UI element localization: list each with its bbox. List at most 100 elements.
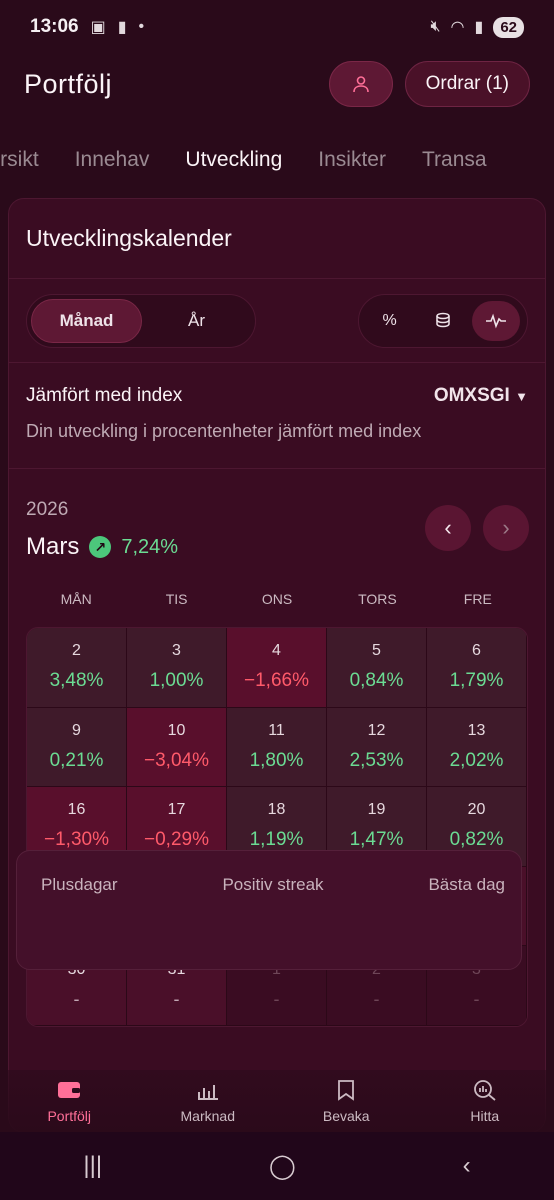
percent-icon: % — [382, 311, 397, 329]
percent-mode-button[interactable]: % — [366, 301, 414, 341]
weekday-label: TIS — [165, 591, 188, 607]
day-change: −1,30% — [44, 829, 109, 851]
calendar-day-cell[interactable]: 5 0,84% — [327, 628, 427, 708]
day-number: 19 — [367, 801, 386, 819]
day-change: −1,66% — [244, 670, 309, 692]
stat-label: Positiv streak — [222, 875, 324, 894]
weekday-label: FRE — [463, 591, 492, 607]
day-number: 3 — [172, 642, 181, 660]
period-toggle: Månad År — [26, 293, 256, 348]
calendar-month: Mars — [26, 533, 80, 560]
index-compare-section: Jämfört med index OMXSGI ▼ Din utvecklin… — [9, 363, 545, 469]
month-change: 7,24% — [121, 535, 179, 558]
day-number: 10 — [167, 721, 186, 739]
day-change: 0,82% — [449, 829, 504, 851]
index-mode-button[interactable] — [472, 300, 521, 341]
tab-bar: versikt Innehav Utveckling Insikter Tran… — [0, 130, 554, 190]
day-number: 18 — [267, 801, 286, 819]
calendar-day-cell[interactable]: 10 −3,04% — [127, 707, 227, 787]
calendar-day-cell[interactable]: 9 0,21% — [27, 707, 127, 787]
calendar-day-cell[interactable]: 11 1,80% — [227, 707, 327, 787]
stat-label: Plusdagar — [41, 875, 118, 894]
tab-oversikt[interactable]: versikt — [0, 148, 39, 172]
year-toggle-button[interactable]: År — [142, 299, 251, 343]
nav-find[interactable]: Hitta — [416, 1078, 554, 1124]
weekday-label: TORS — [358, 591, 397, 607]
tab-utveckling[interactable]: Utveckling — [185, 148, 282, 172]
nav-portfolio[interactable]: Portfölj — [0, 1078, 139, 1124]
day-number: 16 — [67, 801, 86, 819]
dot-icon: • — [138, 18, 145, 35]
day-change: 1,00% — [149, 670, 204, 692]
calendar-day-cell[interactable]: 4 −1,66% — [227, 628, 327, 708]
weekday-label: MÅN — [60, 591, 92, 607]
day-number: 17 — [167, 801, 186, 819]
controls-row: Månad År % — [9, 279, 545, 363]
arrow-up-right-icon: ↗ — [89, 536, 112, 558]
recent-apps-button[interactable]: ||| — [83, 1152, 102, 1180]
day-number: 2 — [72, 642, 81, 660]
mute-icon: 🔇︎ — [430, 18, 441, 35]
nav-watch[interactable]: Bevaka — [277, 1078, 416, 1124]
calendar-day-cell[interactable]: 13 2,02% — [427, 707, 527, 787]
nav-market[interactable]: Marknad — [139, 1078, 278, 1124]
screenshot-icon: ▣ — [90, 19, 106, 36]
coins-mode-button[interactable] — [419, 301, 467, 341]
day-number: 11 — [268, 721, 285, 739]
card-title: Utvecklingskalender — [9, 199, 545, 279]
chevron-right-icon: › — [502, 515, 510, 540]
wallet-icon — [57, 1078, 81, 1102]
pulse-icon — [486, 313, 507, 328]
day-change: −0,29% — [144, 829, 209, 851]
day-change: 1,79% — [449, 670, 504, 692]
day-change: −3,04% — [144, 749, 209, 771]
weekday-label: ONS — [261, 591, 293, 607]
month-toggle-button[interactable]: Månad — [31, 298, 142, 343]
tab-insikter[interactable]: Insikter — [318, 148, 386, 172]
orders-button[interactable]: Ordrar (1) — [404, 61, 530, 107]
day-number: 6 — [472, 642, 481, 660]
bottom-navigation: Portfölj Marknad Bevaka Hitta — [0, 1070, 554, 1132]
nav-label: Portfölj — [47, 1108, 92, 1124]
day-number: 5 — [372, 642, 381, 660]
weekday-header: MÅN TIS ONS TORS FRE — [9, 579, 545, 619]
home-button[interactable]: ◯ — [269, 1152, 296, 1181]
day-change: 1,47% — [349, 829, 404, 851]
search-chart-icon — [473, 1078, 497, 1102]
calendar-day-cell[interactable]: 2 3,48% — [27, 628, 127, 708]
previous-month-button[interactable]: ‹ — [425, 505, 471, 551]
back-button[interactable]: ‹ — [463, 1152, 471, 1180]
tab-innehav[interactable]: Innehav — [75, 148, 150, 172]
next-month-button[interactable]: › — [483, 505, 529, 551]
profile-button[interactable] — [328, 61, 393, 107]
day-change: 3,48% — [49, 670, 104, 692]
tab-transaktioner[interactable]: Transa — [422, 148, 487, 172]
view-mode-toggle: % — [358, 293, 528, 348]
nav-label: Marknad — [180, 1108, 235, 1124]
day-number: 9 — [72, 721, 81, 739]
calendar-day-cell[interactable]: 6 1,79% — [427, 628, 527, 708]
day-number: 20 — [467, 801, 486, 819]
user-icon — [352, 76, 369, 93]
stats-card: Plusdagar Positiv streak Bästa dag — [16, 850, 522, 970]
bookmark-icon — [334, 1078, 358, 1102]
day-change: 0,84% — [349, 670, 404, 692]
development-calendar-card: Utvecklingskalender Månad År % Jämfört m… — [8, 198, 546, 1133]
bar-chart-icon — [196, 1078, 220, 1102]
wifi-icon: ◠ — [450, 19, 465, 36]
index-selected: OMXSGI — [433, 385, 510, 406]
day-change: 1,80% — [249, 749, 304, 771]
nav-label: Bevaka — [322, 1108, 370, 1124]
nav-label: Hitta — [470, 1108, 500, 1124]
calendar-day-cell[interactable]: 12 2,53% — [327, 707, 427, 787]
app-header: Portfölj Ordrar (1) — [0, 56, 554, 112]
day-change: - — [473, 988, 480, 1009]
index-dropdown[interactable]: OMXSGI ▼ — [434, 385, 528, 407]
calendar-day-cell[interactable]: 3 1,00% — [127, 628, 227, 708]
day-change: 0,21% — [49, 749, 104, 771]
day-number: 4 — [272, 642, 281, 660]
day-change: - — [273, 988, 280, 1009]
coins-icon — [436, 312, 450, 327]
clock: 13:06 — [30, 16, 79, 37]
stat-label: Bästa dag — [428, 875, 505, 894]
